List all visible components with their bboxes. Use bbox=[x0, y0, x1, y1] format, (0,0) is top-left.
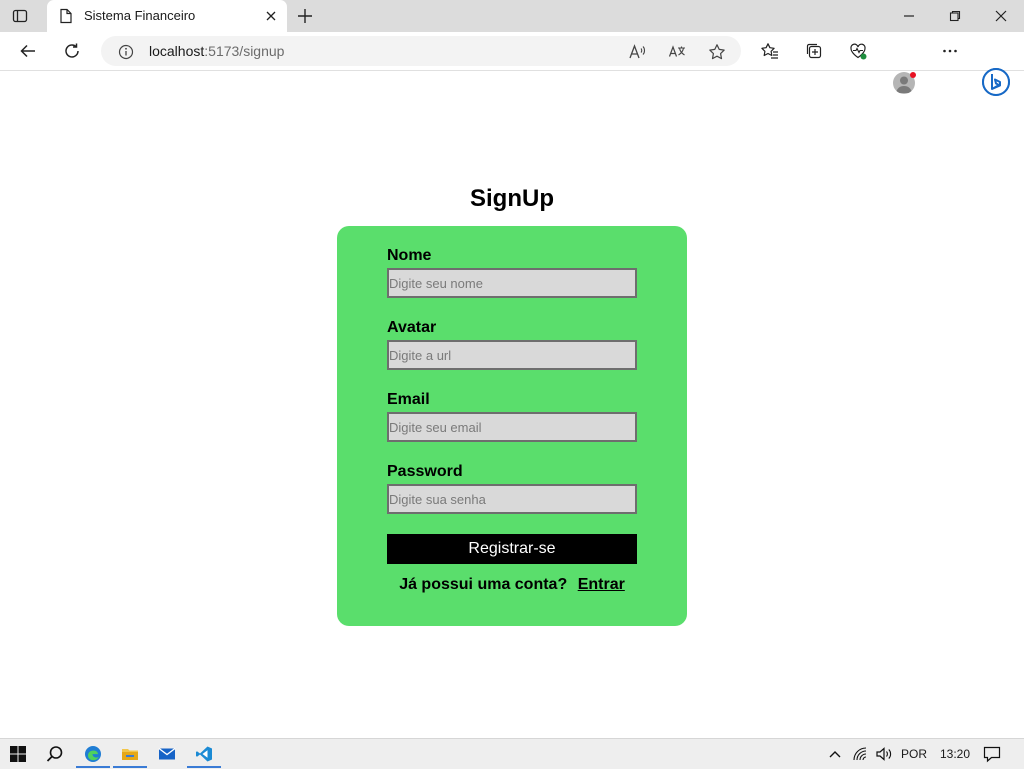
star-icon[interactable] bbox=[708, 43, 726, 61]
plus-icon[interactable] bbox=[296, 7, 314, 25]
page-icon bbox=[59, 8, 73, 24]
window-close-icon[interactable] bbox=[993, 8, 1009, 24]
login-link[interactable]: Entrar bbox=[578, 576, 625, 593]
bing-icon[interactable] bbox=[982, 68, 1010, 96]
tab-title: Sistema Financeiro bbox=[84, 8, 196, 23]
file-explorer-icon[interactable] bbox=[121, 745, 139, 763]
sidebar-toggle-icon[interactable] bbox=[12, 8, 28, 24]
windows-start-icon[interactable] bbox=[9, 745, 27, 763]
more-icon[interactable] bbox=[941, 42, 959, 60]
register-button[interactable]: Registrar-se bbox=[387, 534, 637, 564]
chevron-up-icon[interactable] bbox=[828, 745, 842, 763]
network-icon[interactable] bbox=[852, 745, 868, 763]
browser-tab-bar: Sistema Financeiro bbox=[0, 0, 1024, 32]
email-label: Email bbox=[387, 391, 430, 408]
login-prompt-line: Já possui uma conta? Entrar bbox=[337, 576, 687, 594]
browser-tab[interactable]: Sistema Financeiro bbox=[47, 0, 287, 32]
login-prompt-text: Já possui uma conta? bbox=[399, 576, 568, 593]
name-label: Nome bbox=[387, 247, 432, 264]
info-icon[interactable] bbox=[118, 44, 134, 60]
signup-form: Nome Avatar Email Password Registrar-se … bbox=[337, 226, 687, 626]
page-title: SignUp bbox=[470, 185, 554, 212]
translate-icon[interactable] bbox=[668, 43, 686, 61]
collections-icon[interactable] bbox=[805, 42, 823, 60]
search-icon[interactable] bbox=[46, 745, 64, 763]
url-text: localhost:5173/signup bbox=[149, 43, 284, 59]
favorites-icon[interactable] bbox=[761, 42, 779, 60]
volume-icon[interactable] bbox=[875, 745, 893, 763]
name-input[interactable] bbox=[387, 268, 637, 298]
browser-essentials-icon[interactable] bbox=[849, 42, 867, 60]
mail-icon[interactable] bbox=[158, 745, 176, 763]
clock[interactable]: 13:20 bbox=[940, 747, 970, 761]
close-icon[interactable] bbox=[263, 8, 279, 24]
address-bar[interactable]: localhost:5173/signup bbox=[101, 36, 741, 66]
taskbar: POR 13:20 bbox=[0, 738, 1024, 769]
notification-icon[interactable] bbox=[983, 745, 1001, 763]
browser-toolbar: localhost:5173/signup bbox=[0, 32, 1024, 96]
back-arrow-icon[interactable] bbox=[19, 42, 37, 60]
avatar-label: Avatar bbox=[387, 319, 437, 336]
password-label: Password bbox=[387, 463, 463, 480]
read-aloud-icon[interactable] bbox=[628, 43, 646, 61]
minimize-icon[interactable] bbox=[901, 8, 917, 24]
vscode-icon[interactable] bbox=[195, 745, 213, 763]
url-host: localhost bbox=[149, 43, 205, 59]
password-input[interactable] bbox=[387, 484, 637, 514]
language-indicator[interactable]: POR bbox=[901, 747, 927, 761]
url-path: :5173/signup bbox=[204, 43, 285, 59]
restore-icon[interactable] bbox=[947, 8, 963, 24]
email-input[interactable] bbox=[387, 412, 637, 442]
refresh-icon[interactable] bbox=[63, 42, 81, 60]
avatar-url-input[interactable] bbox=[387, 340, 637, 370]
edge-icon[interactable] bbox=[84, 745, 102, 763]
profile-notification-dot bbox=[910, 72, 916, 78]
